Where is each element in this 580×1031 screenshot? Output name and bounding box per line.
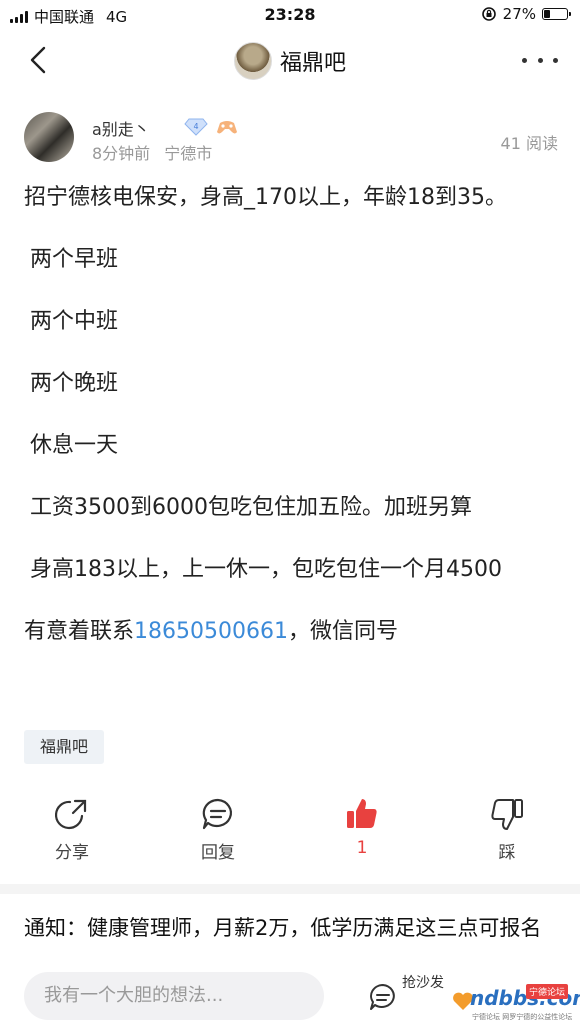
contact-paragraph: 有意着联系18650500661，微信同号 xyxy=(24,612,560,652)
post-paragraph: 两个中班 xyxy=(30,309,119,334)
author-name[interactable]: a别走丶 xyxy=(92,116,150,140)
share-label: 分享 xyxy=(55,843,89,863)
gamepad-icon xyxy=(217,121,237,134)
battery-fill xyxy=(544,10,550,18)
post-paragraph: 两个晚班 xyxy=(30,371,119,396)
reply-button[interactable]: 回复 xyxy=(178,796,258,863)
share-button[interactable]: 分享 xyxy=(32,796,112,863)
signal-icon xyxy=(10,10,28,23)
contact-prefix: 有意着联系 xyxy=(24,619,135,644)
watermark-sub: 宁德论坛 网罗宁德的公益性论坛 xyxy=(472,1013,573,1021)
like-count: 1 xyxy=(356,838,368,858)
watermark-tag: 宁德论坛 xyxy=(525,984,568,999)
post-paragraph: 休息一天 xyxy=(30,433,119,458)
notice-banner[interactable]: 通知：健康管理师，月薪2万，低学历满足这三点可报名 xyxy=(24,908,564,958)
rotation-lock-icon xyxy=(481,7,496,21)
author-row: a别走丶 4 8分钟前 宁德市 41 阅读 xyxy=(24,112,558,168)
phone-link[interactable]: 18650500661 xyxy=(134,619,288,644)
sofa-label: 抢沙发 xyxy=(402,975,444,991)
reply-label: 回复 xyxy=(201,843,235,863)
level-number: 4 xyxy=(193,122,198,131)
forum-name[interactable]: 福鼎吧 xyxy=(280,45,346,77)
section-divider xyxy=(0,884,580,894)
battery-icon xyxy=(542,8,571,20)
dot-icon xyxy=(537,57,543,63)
post-paragraph: 两个早班 xyxy=(30,247,119,272)
thumbs-up-icon xyxy=(347,799,377,828)
author-avatar[interactable] xyxy=(24,112,74,162)
chat-bubble-icon xyxy=(202,798,232,830)
contact-suffix: ，微信同号 xyxy=(287,619,398,644)
author-meta: 8分钟前 宁德市 xyxy=(92,140,212,164)
post-paragraph: 身高183以上，上一休一，包吃包住一个月4500 xyxy=(30,557,502,582)
reply-input[interactable]: 我有一个大胆的想法... xyxy=(24,972,324,1020)
level-badge-icon: 4 xyxy=(184,118,208,136)
status-left: 中国联通 4G xyxy=(10,6,127,27)
watermark-logo: ndbbs.com 宁德论坛 宁德论坛 网罗宁德的公益性论坛 xyxy=(452,984,580,1024)
more-options-button[interactable] xyxy=(522,50,558,70)
post-paragraph: 招宁德核电保安，身高_170以上，年龄18到35。 xyxy=(24,185,507,210)
read-count: 41 阅读 xyxy=(500,134,558,153)
comment-icon xyxy=(370,984,395,1010)
post-content: 招宁德核电保安，身高_170以上，年龄18到35。 两个早班 两个中班 两个晚班… xyxy=(24,178,560,652)
carrier-label: 中国联通 xyxy=(34,8,95,26)
thumbs-down-icon xyxy=(491,799,523,830)
bottom-bar: 我有一个大胆的想法... 抢沙发 ndbbs.com 宁德论坛 宁德论坛 网罗宁… xyxy=(0,962,580,1031)
dot-icon xyxy=(553,57,558,63)
dislike-label: 踩 xyxy=(498,843,516,863)
post-time: 8分钟前 xyxy=(92,144,151,163)
back-button[interactable] xyxy=(22,42,58,78)
status-right: 27% xyxy=(481,5,571,23)
forum-avatar[interactable] xyxy=(233,42,272,80)
dislike-button[interactable]: 踩 xyxy=(467,796,547,863)
chevron-left-icon xyxy=(30,46,46,74)
comment-button[interactable] xyxy=(368,982,402,1012)
post-location: 宁德市 xyxy=(164,144,213,163)
forum-tag[interactable]: 福鼎吧 xyxy=(24,730,105,764)
post-paragraph: 工资3500到6000包吃包住加五险。加班另算 xyxy=(30,495,472,520)
battery-percent: 27% xyxy=(502,5,536,23)
top-nav: 福鼎吧 xyxy=(0,34,580,86)
status-bar: 中国联通 4G 23:28 27% xyxy=(0,0,580,32)
network-label: 4G xyxy=(106,7,128,26)
like-button[interactable]: 1 xyxy=(322,796,402,858)
dot-icon xyxy=(522,57,527,63)
action-bar: 分享 回复 1 踩 xyxy=(0,796,580,866)
share-icon xyxy=(54,799,87,830)
forum-title: 福鼎吧 xyxy=(0,42,580,80)
